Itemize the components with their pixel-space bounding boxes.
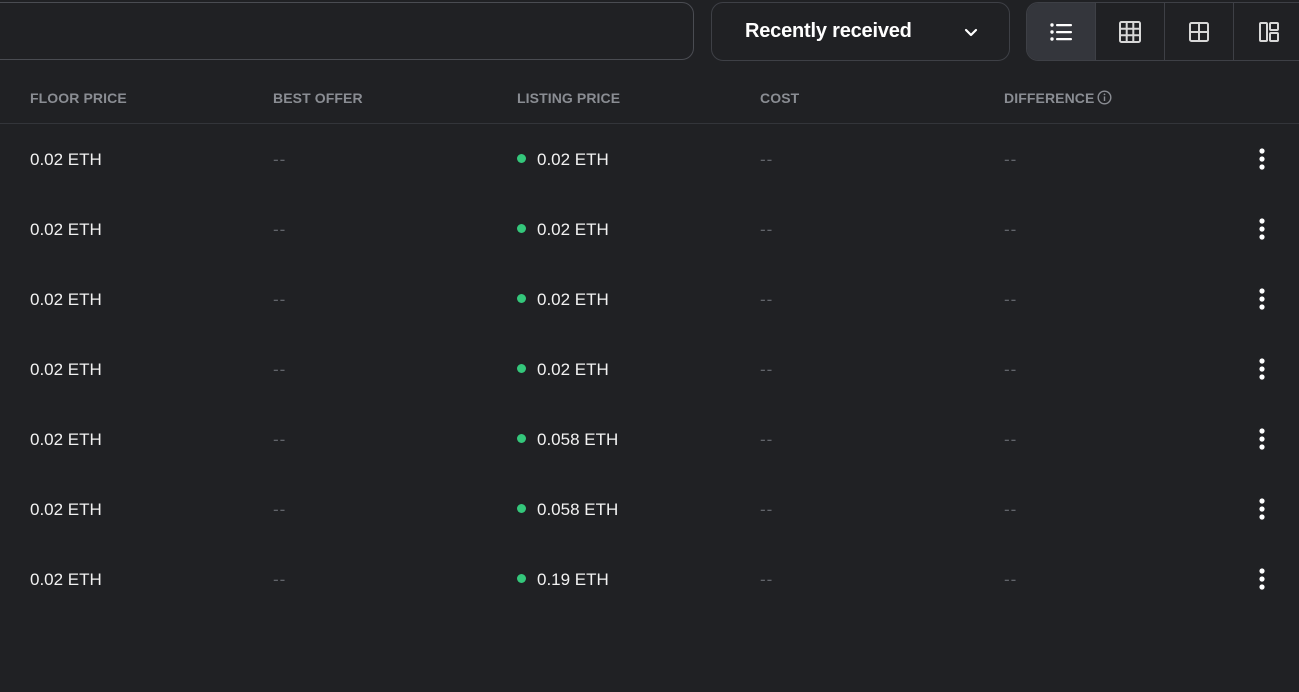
listing-price-cell: 0.058 ETH: [537, 430, 619, 449]
sort-label: Recently received: [745, 20, 912, 42]
difference-cell: --: [1004, 290, 1018, 309]
large-grid-view-button[interactable]: [1096, 3, 1165, 60]
more-options-icon[interactable]: [1253, 357, 1271, 381]
listing-price-cell: 0.19 ETH: [537, 570, 609, 589]
table-row[interactable]: 0.02 ETH -- 0.058 ETH -- --: [0, 404, 1299, 474]
list-view-button[interactable]: [1027, 3, 1096, 60]
table-row[interactable]: 0.02 ETH -- 0.058 ETH -- --: [0, 474, 1299, 544]
floor-price-cell: 0.02 ETH: [30, 220, 102, 239]
page: Recently received FLOOR PRICE BEST OFFER…: [0, 0, 1299, 692]
small-grid-view-button[interactable]: [1165, 3, 1234, 60]
search-input[interactable]: [0, 2, 694, 60]
best-offer-cell: --: [273, 220, 287, 239]
listing-price-cell: 0.02 ETH: [537, 220, 609, 239]
floor-price-cell: 0.02 ETH: [30, 430, 102, 449]
floor-price-cell: 0.02 ETH: [30, 360, 102, 379]
more-options-icon[interactable]: [1253, 497, 1271, 521]
listed-status-dot: [517, 154, 526, 163]
more-options-icon[interactable]: [1253, 567, 1271, 591]
more-options-icon[interactable]: [1253, 427, 1271, 451]
table-row[interactable]: 0.02 ETH -- 0.02 ETH -- --: [0, 194, 1299, 264]
column-header-difference[interactable]: DIFFERENCE: [1004, 90, 1094, 106]
listed-status-dot: [517, 364, 526, 373]
cost-cell: --: [760, 290, 774, 309]
floor-price-cell: 0.02 ETH: [30, 150, 102, 169]
listing-price-cell: 0.02 ETH: [537, 150, 609, 169]
cost-cell: --: [760, 570, 774, 589]
table-header: FLOOR PRICE BEST OFFER LISTING PRICE COS…: [0, 62, 1299, 124]
listing-price-cell: 0.058 ETH: [537, 500, 619, 519]
more-options-icon[interactable]: [1253, 147, 1271, 171]
listing-price-cell: 0.02 ETH: [537, 290, 609, 309]
column-header-best-offer[interactable]: BEST OFFER: [273, 90, 363, 106]
mosaic-icon: [1258, 21, 1279, 42]
cost-cell: --: [760, 500, 774, 519]
cost-cell: --: [760, 430, 774, 449]
cost-cell: --: [760, 360, 774, 379]
grid-3x3-icon: [1119, 20, 1141, 43]
listing-price-cell: 0.02 ETH: [537, 360, 609, 379]
grid-2x2-icon: [1189, 21, 1209, 42]
best-offer-cell: --: [273, 500, 287, 519]
mosaic-view-button[interactable]: [1234, 3, 1299, 60]
best-offer-cell: --: [273, 290, 287, 309]
column-header-cost[interactable]: COST: [760, 90, 799, 106]
column-header-floor-price[interactable]: FLOOR PRICE: [30, 90, 127, 106]
best-offer-cell: --: [273, 360, 287, 379]
info-icon[interactable]: [1097, 90, 1112, 105]
chevron-down-icon: [964, 28, 978, 37]
best-offer-cell: --: [273, 430, 287, 449]
list-icon: [1050, 22, 1072, 41]
sort-dropdown[interactable]: Recently received: [711, 2, 1010, 61]
floor-price-cell: 0.02 ETH: [30, 570, 102, 589]
best-offer-cell: --: [273, 570, 287, 589]
cost-cell: --: [760, 220, 774, 239]
listed-status-dot: [517, 224, 526, 233]
more-options-icon[interactable]: [1253, 217, 1271, 241]
listed-status-dot: [517, 574, 526, 583]
table-row[interactable]: 0.02 ETH -- 0.02 ETH -- --: [0, 264, 1299, 334]
listed-status-dot: [517, 434, 526, 443]
more-options-icon[interactable]: [1253, 287, 1271, 311]
view-mode-toggle: [1026, 2, 1299, 61]
difference-cell: --: [1004, 150, 1018, 169]
difference-cell: --: [1004, 360, 1018, 379]
difference-cell: --: [1004, 500, 1018, 519]
difference-cell: --: [1004, 430, 1018, 449]
table-row[interactable]: 0.02 ETH -- 0.19 ETH -- --: [0, 544, 1299, 614]
floor-price-cell: 0.02 ETH: [30, 500, 102, 519]
table-row[interactable]: 0.02 ETH -- 0.02 ETH -- --: [0, 334, 1299, 404]
difference-cell: --: [1004, 570, 1018, 589]
floor-price-cell: 0.02 ETH: [30, 290, 102, 309]
listed-status-dot: [517, 294, 526, 303]
difference-cell: --: [1004, 220, 1018, 239]
table-row[interactable]: 0.02 ETH -- 0.02 ETH -- --: [0, 124, 1299, 194]
listed-status-dot: [517, 504, 526, 513]
best-offer-cell: --: [273, 150, 287, 169]
cost-cell: --: [760, 150, 774, 169]
column-header-listing-price[interactable]: LISTING PRICE: [517, 90, 620, 106]
